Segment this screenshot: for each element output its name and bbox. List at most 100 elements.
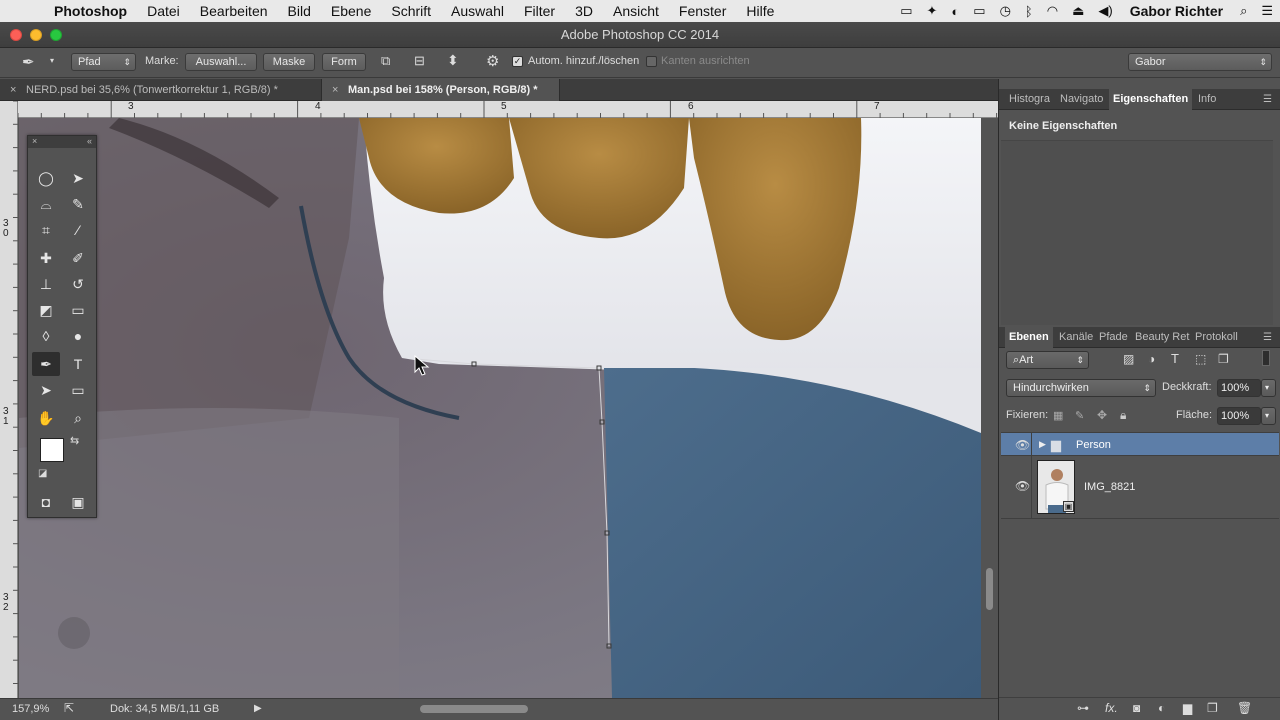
swap-colors-icon[interactable]: ⇆ [70, 434, 79, 447]
menu-app[interactable]: Photoshop [50, 3, 137, 19]
pen-tool-preset-icon[interactable]: ✒ [22, 53, 35, 71]
menu-filter[interactable]: Filter [514, 3, 565, 19]
document-canvas[interactable] [19, 118, 981, 698]
default-colors-icon[interactable]: ◪ [38, 468, 47, 479]
vertical-scroll-thumb[interactable] [986, 568, 993, 610]
tab-eigenschaften[interactable]: Eigenschaften [1109, 89, 1193, 110]
quick-selection-tool-icon[interactable]: ✎ [64, 192, 92, 216]
rectangle-tool-icon[interactable]: ▭ [64, 378, 92, 402]
airplay-icon[interactable]: ▭ [966, 3, 992, 19]
app-status-icon[interactable]: ◐ [944, 4, 966, 19]
visibility-eye-icon[interactable]: 👁︎ [1015, 479, 1030, 493]
dropbox-icon[interactable]: ✦ [920, 3, 945, 19]
layer-name[interactable]: IMG_8821 [1084, 481, 1135, 493]
notification-center-icon[interactable]: ☰ [1254, 3, 1280, 19]
workspace-select[interactable]: Gabor [1128, 53, 1272, 71]
ellipse-marquee-tool-icon[interactable]: ◯ [32, 166, 60, 190]
menu-ebene[interactable]: Ebene [321, 3, 381, 19]
visibility-eye-icon[interactable]: 👁︎ [1015, 438, 1030, 452]
bluetooth-icon[interactable]: ᛒ [1018, 4, 1040, 19]
eyedropper-tool-icon[interactable]: ⁄ [64, 218, 92, 242]
lock-transparency-icon[interactable]: ▦ [1053, 409, 1063, 422]
blend-mode-select[interactable]: Hindurchwirken ⇕ [1006, 379, 1156, 397]
tab-pfade[interactable]: Pfade [1099, 327, 1128, 348]
new-adjustment-layer-icon[interactable]: ◐ [1158, 701, 1165, 715]
zoom-window-button[interactable] [50, 29, 62, 41]
fx-icon[interactable]: fx. [1105, 701, 1118, 715]
close-icon[interactable]: × [32, 136, 37, 146]
move-tool-icon[interactable]: ➤ [64, 166, 92, 190]
foreground-color-swatch[interactable] [40, 438, 64, 462]
lock-pixels-icon[interactable]: ✎ [1075, 409, 1084, 422]
blur-tool-icon[interactable]: ◊ [32, 324, 60, 348]
opacity-input[interactable]: 100% [1217, 379, 1261, 397]
layer-name[interactable]: Person [1076, 439, 1111, 451]
auto-add-delete-checkbox[interactable]: ✓ [512, 56, 523, 67]
tab-man[interactable]: × Man.psd bei 158% (Person, RGB/8) * [322, 79, 560, 101]
pen-tool-icon[interactable]: ✒ [32, 352, 60, 376]
toolbox-header[interactable]: × « [28, 136, 96, 148]
time-machine-icon[interactable]: ◷ [993, 3, 1018, 19]
add-mask-icon[interactable]: ◙ [1133, 701, 1140, 715]
tab-beauty-retouch[interactable]: Beauty Ret [1135, 327, 1189, 348]
tab-info[interactable]: Info [1198, 89, 1216, 110]
menu-ansicht[interactable]: Ansicht [603, 3, 669, 19]
close-window-button[interactable] [10, 29, 22, 41]
type-tool-icon[interactable]: T [64, 352, 92, 376]
menu-bearbeiten[interactable]: Bearbeiten [190, 3, 278, 19]
filter-smart-object-icon[interactable]: ❐ [1218, 352, 1229, 366]
path-selection-tool-icon[interactable]: ➤ [32, 378, 60, 402]
zoom-tool-icon[interactable]: ⌕ [64, 406, 92, 430]
vertical-scrollbar[interactable] [981, 118, 998, 698]
layer-row-person[interactable]: 👁︎ ▶ ▆ Person [1001, 432, 1279, 457]
dodge-tool-icon[interactable]: ● [64, 324, 92, 348]
filter-shape-icon[interactable]: ⬚ [1195, 352, 1206, 366]
minimize-window-button[interactable] [30, 29, 42, 41]
menu-auswahl[interactable]: Auswahl [441, 3, 514, 19]
filter-adjustment-icon[interactable]: ◑ [1148, 352, 1155, 366]
tab-navigator[interactable]: Navigato [1060, 89, 1103, 110]
link-layers-icon[interactable]: ⊶ [1077, 701, 1089, 715]
menu-fenster[interactable]: Fenster [669, 3, 736, 19]
close-tab-icon[interactable]: × [332, 79, 338, 101]
screen-mode-icon[interactable]: ▣ [64, 490, 92, 514]
layer-filter-select[interactable]: ⌕Art ⇕ [1006, 351, 1089, 369]
menu-hilfe[interactable]: Hilfe [736, 3, 784, 19]
status-menu-arrow-icon[interactable]: ▶ [254, 703, 262, 714]
menu-bild[interactable]: Bild [278, 3, 321, 19]
tool-mode-select[interactable]: Pfad [71, 53, 136, 71]
horizontal-scroll-thumb[interactable] [420, 705, 528, 713]
quick-mask-icon[interactable]: ◘ [32, 490, 60, 514]
volume-icon[interactable]: ◀) [1091, 3, 1119, 19]
path-operations-icon[interactable]: ⧉ [381, 53, 390, 69]
brush-tool-icon[interactable]: ✐ [64, 246, 92, 270]
user-name[interactable]: Gabor Richter [1120, 3, 1233, 19]
tab-kanaele[interactable]: Kanäle [1059, 327, 1093, 348]
chevron-down-icon[interactable]: ▾ [50, 56, 54, 65]
spotlight-search-icon[interactable]: ⌕ [1233, 3, 1254, 19]
clone-stamp-tool-icon[interactable]: ⊥ [32, 272, 60, 296]
lock-all-icon[interactable]: 🔒︎ [1120, 408, 1126, 423]
battery-icon[interactable]: ▭ [893, 3, 919, 19]
horizontal-ruler[interactable]: 3 4 5 6 7 [18, 101, 998, 118]
new-layer-icon[interactable]: ❐ [1207, 701, 1218, 715]
path-alignment-icon[interactable]: ⊟ [414, 53, 425, 69]
crop-tool-icon[interactable]: ⌗ [32, 218, 60, 242]
filter-type-icon[interactable]: T [1171, 351, 1179, 366]
fill-input[interactable]: 100% [1217, 407, 1261, 425]
close-tab-icon[interactable]: × [10, 79, 16, 101]
delete-layer-icon[interactable]: 🗑︎ [1237, 701, 1252, 715]
menu-datei[interactable]: Datei [137, 3, 190, 19]
expand-group-icon[interactable]: ▶ [1039, 439, 1046, 450]
menu-3d[interactable]: 3D [565, 3, 603, 19]
history-brush-tool-icon[interactable]: ↺ [64, 272, 92, 296]
polygon-lasso-tool-icon[interactable]: ⌓ [32, 192, 60, 216]
fill-dropdown-icon[interactable]: ▾ [1261, 407, 1276, 425]
eject-icon[interactable]: ⏏ [1065, 3, 1091, 19]
tab-protokoll[interactable]: Protokoll [1195, 327, 1238, 348]
vertical-ruler[interactable]: 3 0 3 1 3 2 [0, 101, 18, 698]
new-group-icon[interactable]: ▆ [1183, 701, 1192, 715]
tab-ebenen[interactable]: Ebenen [1005, 327, 1053, 348]
tab-nerd[interactable]: × NERD.psd bei 35,6% (Tonwertkorrektur 1… [0, 79, 322, 101]
wifi-icon[interactable]: ◠ [1040, 3, 1065, 19]
